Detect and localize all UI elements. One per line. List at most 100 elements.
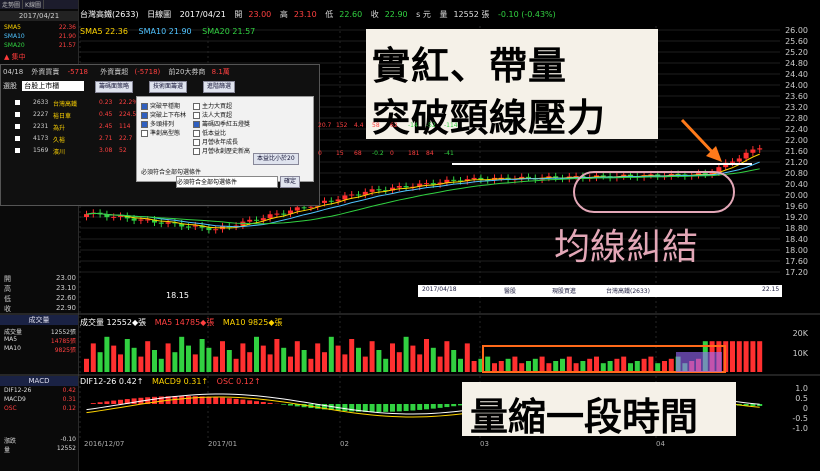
macd-bar [254,401,259,404]
stock-list-row[interactable]: 2231 為升 2.45 114 [3,121,137,132]
match-all-label: 必須符合全部勾選條件 [141,169,202,176]
price-axis-tick: 17.20 [785,268,808,277]
grid-number: -14 [408,122,418,129]
option-checkbox[interactable] [193,130,200,137]
volume-bar [614,358,620,372]
volume-bar [328,336,334,372]
grid-number: 68 [354,150,362,157]
volume-bar [410,345,416,372]
ma-legend: SMA5 22.36 SMA10 21.90 SMA20 21.57 [80,27,263,36]
macd-bar [390,404,395,412]
option-checkbox[interactable] [141,103,148,110]
screen-option[interactable]: 月營收年成長 [193,137,238,146]
option-label: 突破平穩期 [150,103,181,110]
macd-bar [410,404,416,411]
option-checkbox[interactable] [193,148,200,155]
screen-option[interactable]: 法人大買超 [193,110,232,119]
confirm-button[interactable]: 確定 [280,176,301,188]
header-close-label: 收 [370,10,379,19]
stock-checkbox[interactable] [15,112,20,117]
condition-select[interactable]: 必須符合全部勾選條件 [176,176,278,188]
stock-chg: 52 [119,147,127,154]
volume-bar [600,363,606,372]
stock-list-row[interactable]: 1569 濱川 3.08 52 [3,145,137,156]
candle-body [403,186,409,188]
screen-option[interactable]: 突破上下布林 [141,110,186,119]
header-close: 22.90 [384,10,408,19]
screen-option[interactable]: 主力大買超 [193,101,232,110]
price-axis-tick: 21.60 [785,147,808,156]
volume-bar [111,345,117,372]
macd-bar [396,404,402,412]
macd-axis-tick: -1.0 [792,424,808,433]
advanced-screen-button[interactable]: 進階篩選 [203,81,236,93]
option-checkbox[interactable] [141,112,148,119]
stock-list-row[interactable]: 2227 裕日車 0.45 224.5 [3,109,137,120]
grid-number: 62 [390,122,398,129]
candle-body [84,214,89,217]
breakout-line-2: 突破頸線壓力 [372,96,607,140]
price-axis-tick: 20.00 [785,191,808,200]
grid-number: 4.4 [354,122,364,129]
volume-bar [369,341,375,372]
stock-checkbox[interactable] [15,124,20,129]
macd-bar [179,396,185,404]
option-checkbox[interactable] [193,139,200,146]
dialog-broker-label: 前20大券商 [168,68,206,76]
info-stock: 台灣高鐵(2633) [606,288,650,295]
volume-bar [750,341,756,372]
header-high-label: 高 [279,10,288,19]
candle-body [267,214,273,219]
screen-option[interactable]: 籌碼四季紅五燈獎 [193,119,250,128]
candle-body [356,194,361,196]
volume-bar [417,354,423,372]
market-select[interactable]: 台股上市櫃 [22,81,85,91]
grid-number: 58 [372,122,380,129]
volume-bar [628,363,633,372]
price-axis-tick: 22.40 [785,125,808,134]
candle-body [254,219,259,221]
screen-option[interactable]: 準創高型態 [141,128,180,137]
chip-strategy-button[interactable]: 籌碼面策略 [95,81,134,93]
stock-name: 台灣高鐵(2633) [80,10,139,19]
stock-list-row[interactable]: 2633 台灣高鐵 0.23 22.2% [3,97,138,108]
stock-code: 2231 [33,123,49,130]
option-checkbox[interactable] [193,112,200,119]
breakout-line-1: 實紅、帶量 [372,44,568,88]
screen-option[interactable]: 多頭排列 [141,119,174,128]
macd-bar [226,398,232,404]
option-checkbox[interactable] [141,130,148,137]
volume-bar [152,350,157,372]
volume-bar [158,358,164,372]
stock-checkbox[interactable] [15,136,20,141]
stock-list-row[interactable]: 4173 久裕 2.71 22.7 [3,133,137,144]
stock-checkbox[interactable] [15,148,20,153]
volume-bar [356,347,361,372]
screen-option[interactable]: 突破平穩期 [141,101,180,110]
tech-screen-button[interactable]: 技術面籌選 [149,81,188,93]
price-axis-tick: 18.00 [785,246,808,255]
option-checkbox[interactable] [141,121,148,128]
volume-bar [730,341,735,372]
candle-body [750,149,756,153]
macd-header-macd: MACD9 0.31↑ [151,377,209,386]
grid-number: -114 [444,122,458,129]
screen-option[interactable]: 低本益比 [193,128,226,137]
candle-body [301,207,307,209]
volume-bar [383,358,389,372]
screen-option[interactable]: 月營收創歷史新高 [193,146,250,155]
pe-below-20-button[interactable]: 本益比小於20 [253,153,299,165]
ma-tangle-label: 均線糾結 [554,227,699,268]
option-checkbox[interactable] [193,103,200,110]
volume-bar [362,356,368,372]
volume-bar [315,343,321,372]
volume-bar [267,354,273,372]
chart-period[interactable]: 日線圖 [147,10,171,19]
option-checkbox[interactable] [193,121,200,128]
macd-bar [260,401,266,404]
stock-price: 3.08 [99,147,113,154]
macd-bar [131,398,137,404]
stock-code: 4173 [33,135,49,142]
candle-body [369,189,375,192]
stock-checkbox[interactable] [15,100,20,105]
